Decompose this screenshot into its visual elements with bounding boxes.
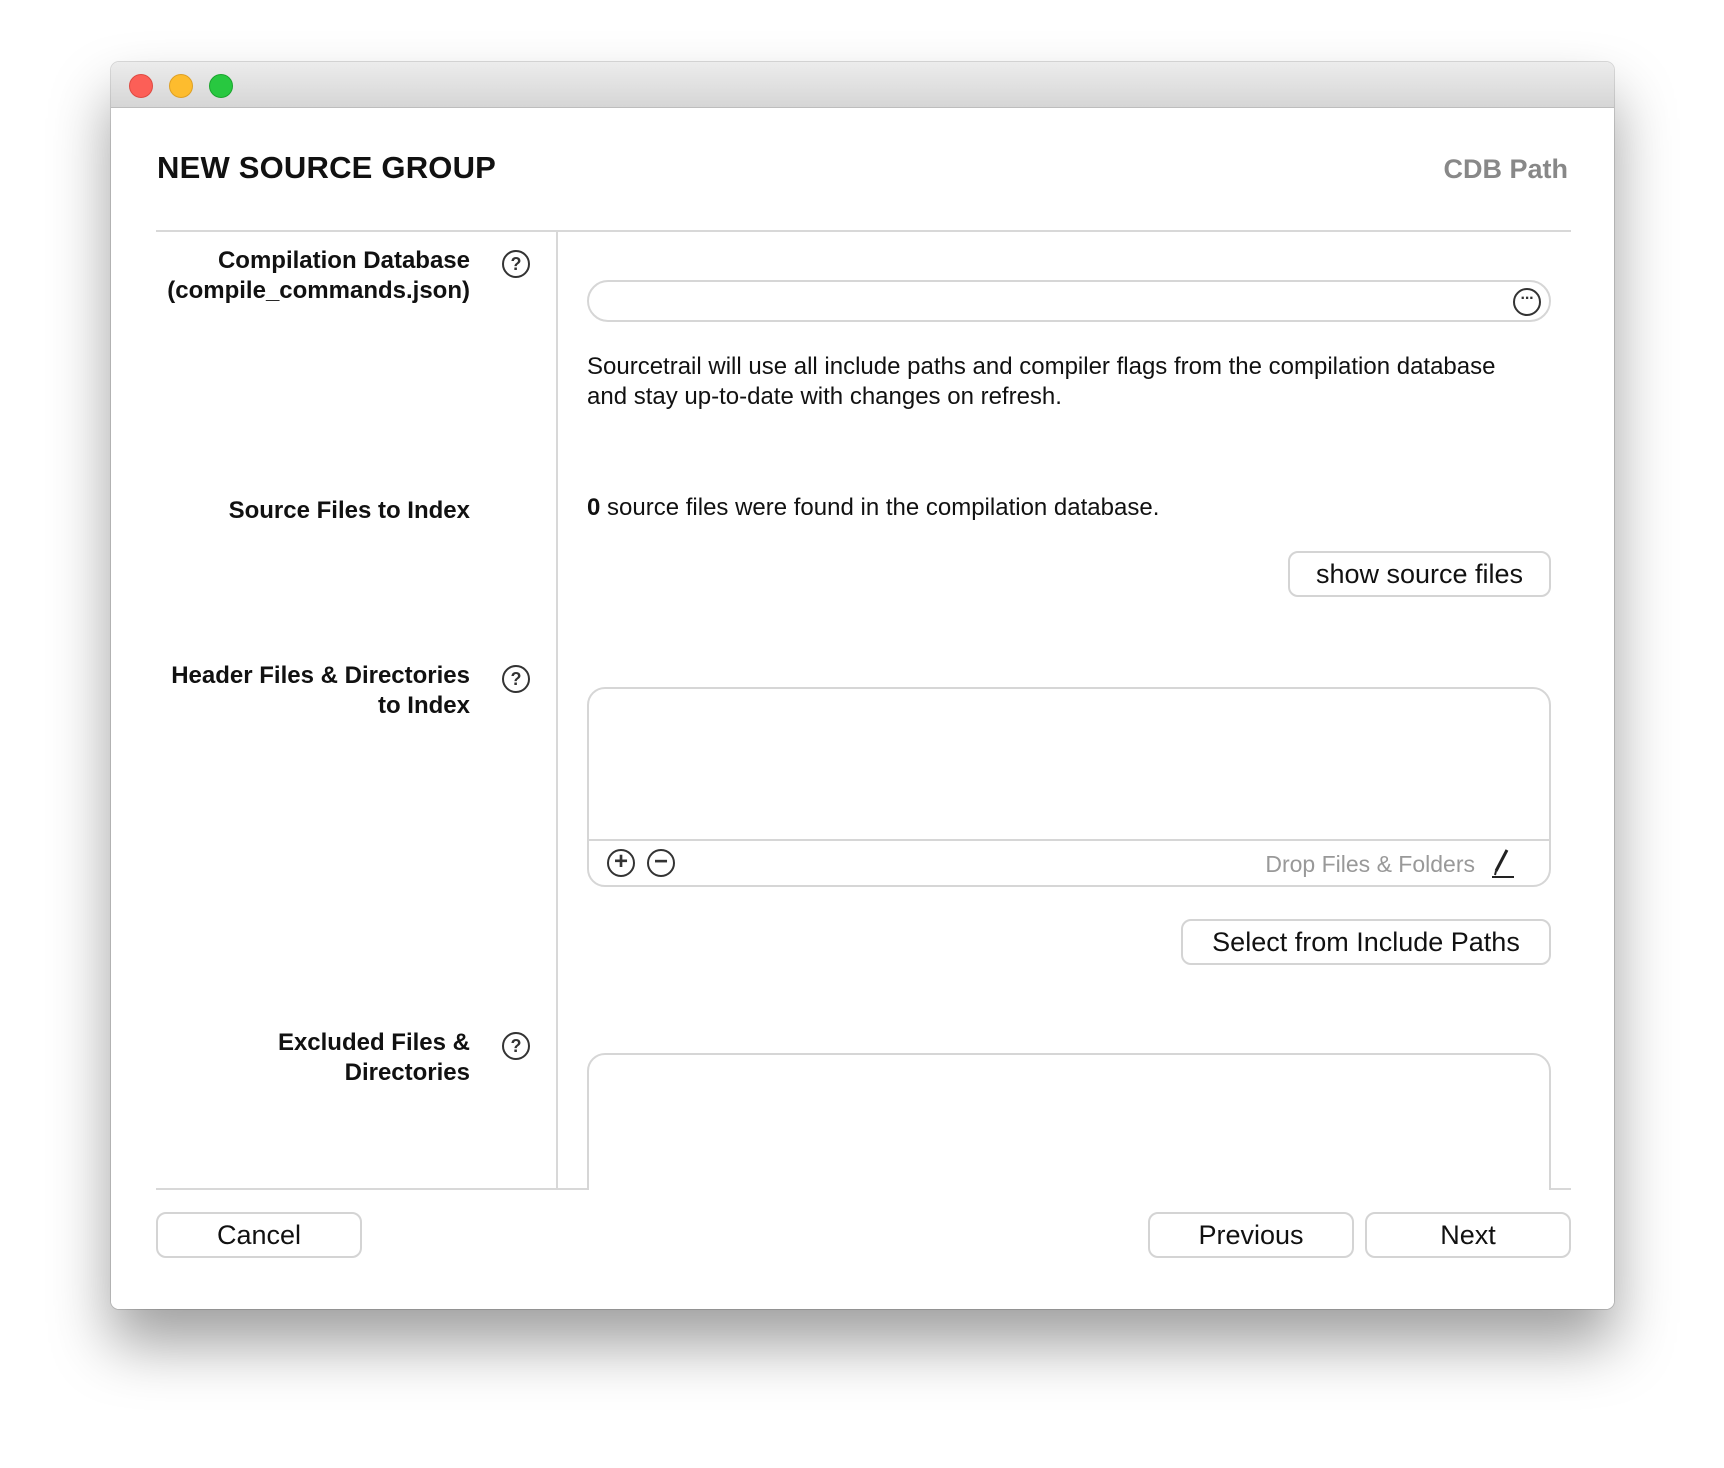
source-files-label: Source Files to Index: [228, 497, 470, 524]
plus-circle-icon[interactable]: +: [607, 849, 635, 877]
ellipsis-circle-icon[interactable]: ···: [1513, 288, 1541, 316]
top-divider: [156, 230, 1571, 232]
minimize-window-button[interactable]: [169, 74, 193, 98]
page-title: NEW SOURCE GROUP: [157, 150, 497, 185]
pencil-icon[interactable]: [1489, 847, 1515, 879]
footer-area: Cancel Previous Next: [111, 1190, 1614, 1309]
previous-button[interactable]: Previous: [1148, 1212, 1354, 1258]
header-files-list-toolbar: + − Drop Files & Folders: [589, 839, 1549, 885]
close-window-button[interactable]: [129, 74, 153, 98]
source-files-count: 0: [587, 494, 601, 521]
compilation-database-path-field[interactable]: ···: [587, 280, 1551, 322]
drop-files-hint: Drop Files & Folders: [1265, 851, 1475, 877]
source-files-found-text: 0 source files were found in the compila…: [587, 494, 1159, 522]
zoom-window-button[interactable]: [209, 74, 233, 98]
excluded-files-list[interactable]: [587, 1053, 1551, 1213]
question-circle-icon[interactable]: ?: [502, 665, 530, 693]
minus-circle-icon[interactable]: −: [647, 849, 675, 877]
question-circle-icon[interactable]: ?: [502, 1032, 530, 1060]
title-bar: [111, 62, 1614, 108]
compilation-database-path-input[interactable]: [605, 288, 1489, 316]
select-from-include-paths-button[interactable]: Select from Include Paths: [1181, 919, 1551, 965]
cancel-button[interactable]: Cancel: [156, 1212, 362, 1258]
excluded-files-label: Excluded Files & Directories: [277, 1029, 470, 1086]
column-divider: [556, 231, 558, 1189]
next-button[interactable]: Next: [1365, 1212, 1571, 1258]
question-circle-icon[interactable]: ?: [502, 250, 530, 278]
show-source-files-button[interactable]: show source files: [1288, 551, 1551, 597]
header-files-label: Header Files & Directories to Index: [171, 662, 470, 719]
compilation-database-description: Sourcetrail will use all include paths a…: [587, 353, 1496, 410]
step-title: CDB Path: [1443, 154, 1568, 184]
source-files-found-message: source files were found in the compilati…: [600, 494, 1160, 521]
compilation-database-label: Compilation Database (compile_commands.j…: [167, 247, 470, 304]
header-files-list[interactable]: + − Drop Files & Folders: [587, 687, 1551, 887]
new-source-group-window: NEW SOURCE GROUP CDB Path Compilation Da…: [111, 62, 1614, 1309]
